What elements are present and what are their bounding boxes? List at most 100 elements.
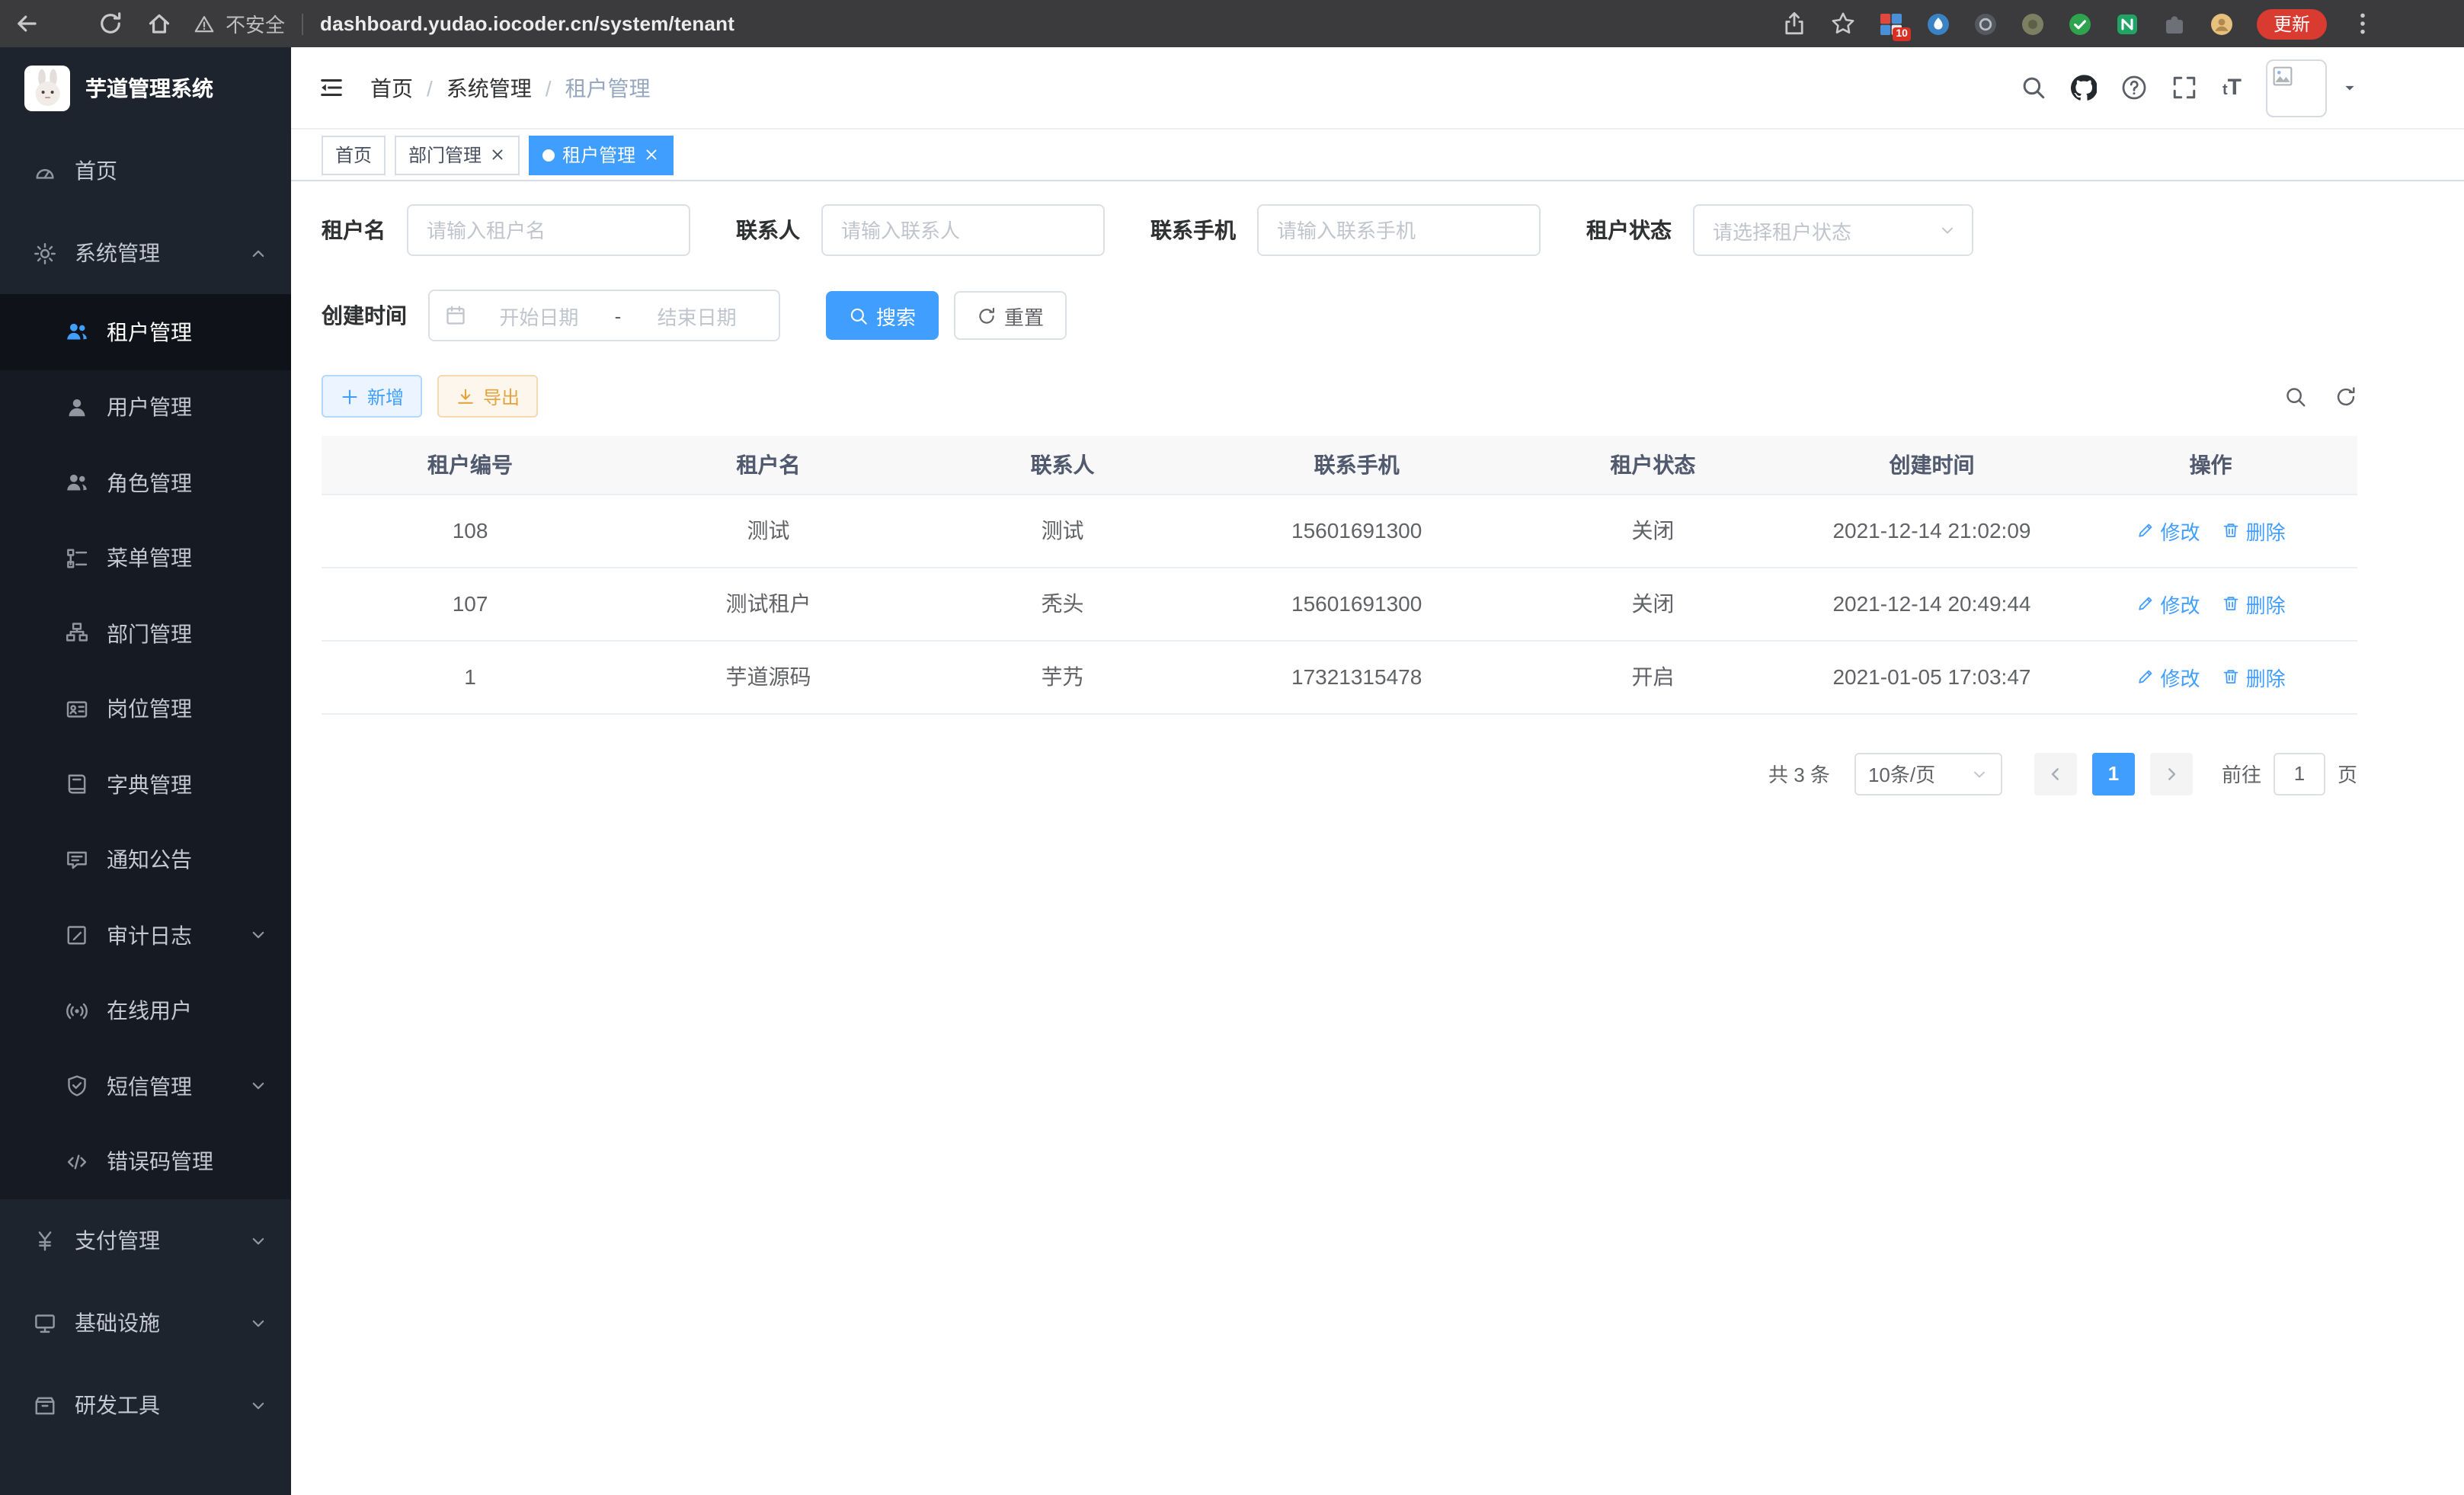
sms-shield-icon: [66, 1075, 88, 1098]
delete-link-label: 删除: [2246, 589, 2286, 618]
app-title: 芋道管理系统: [85, 73, 213, 104]
browser-update-button[interactable]: 更新: [2257, 8, 2327, 39]
sidebar-collapse-icon[interactable]: [318, 75, 344, 101]
date-separator: -: [612, 304, 625, 327]
cell-tenant-id: 108: [322, 494, 619, 567]
extension-icon[interactable]: [2115, 11, 2139, 36]
edit-link[interactable]: 修改: [2136, 516, 2200, 545]
sidebar-item-system[interactable]: 系统管理: [0, 212, 291, 294]
delete-link[interactable]: 删除: [2222, 589, 2286, 618]
github-icon[interactable]: [2072, 75, 2098, 101]
sidebar-item-role[interactable]: 角色管理: [0, 445, 291, 520]
sidebar-item-tenant[interactable]: 租户管理: [0, 294, 291, 370]
profile-avatar-icon[interactable]: [2210, 11, 2234, 36]
sidebar-item-online-users[interactable]: 在线用户: [0, 973, 291, 1048]
status-field: 租户状态 请选择租户状态: [1586, 204, 1973, 256]
contact-input[interactable]: [821, 204, 1105, 256]
breadcrumb-home[interactable]: 首页: [370, 72, 413, 103]
date-end-placeholder[interactable]: 结束日期: [630, 301, 763, 330]
refresh-table-icon[interactable]: [2334, 385, 2357, 408]
font-size-icon[interactable]: tT: [2222, 76, 2242, 99]
tab-label: 部门管理: [408, 142, 482, 168]
sidebar-item-infrastructure[interactable]: 基础设施: [0, 1282, 291, 1364]
search-form-row-2: 创建时间 开始日期 - 结束日期 搜索 重置: [322, 290, 2357, 341]
avatar[interactable]: [2266, 59, 2327, 117]
sidebar-item-payment[interactable]: 支付管理: [0, 1199, 291, 1282]
edit-link[interactable]: 修改: [2136, 589, 2200, 618]
extension-icon[interactable]: [1973, 11, 1998, 36]
column-header: 租户状态: [1506, 436, 1800, 494]
prev-page-button[interactable]: [2034, 752, 2077, 795]
delete-link[interactable]: 删除: [2222, 516, 2286, 545]
page-number-button[interactable]: 1: [2092, 752, 2135, 795]
address-bar[interactable]: 不安全 dashboard.yudao.iocoder.cn/system/te…: [194, 9, 734, 38]
sidebar-item-home[interactable]: 首页: [0, 130, 291, 212]
goto-page-input[interactable]: [2274, 752, 2325, 795]
adblock-extension-icon[interactable]: 10: [1879, 11, 1903, 36]
add-button[interactable]: 新增: [322, 375, 422, 418]
tab-dept[interactable]: 部门管理: [395, 135, 520, 174]
status-label: 租户状态: [1586, 215, 1672, 245]
reload-icon[interactable]: [98, 11, 123, 37]
column-header: 联系手机: [1207, 436, 1506, 494]
sidebar-item-sms[interactable]: 短信管理: [0, 1048, 291, 1124]
delete-link[interactable]: 删除: [2222, 662, 2286, 691]
sidebar-item-user[interactable]: 用户管理: [0, 370, 291, 445]
fullscreen-icon[interactable]: [2172, 75, 2198, 101]
cell-tenant-id: 1: [322, 640, 619, 713]
delete-link-label: 删除: [2246, 662, 2286, 691]
phone-field: 联系手机: [1150, 204, 1541, 256]
sidebar-item-error-code[interactable]: 错误码管理: [0, 1124, 291, 1199]
search-button-label: 搜索: [876, 301, 916, 330]
status-placeholder: 请选择租户状态: [1713, 216, 1851, 245]
back-icon[interactable]: [14, 11, 40, 37]
sidebar-item-dict[interactable]: 字典管理: [0, 747, 291, 822]
sidebar-item-menu[interactable]: 菜单管理: [0, 520, 291, 596]
caret-down-icon[interactable]: [2342, 80, 2357, 95]
extension-icon[interactable]: [2068, 11, 2092, 36]
puzzle-extension-icon[interactable]: [2162, 11, 2187, 36]
close-icon[interactable]: [489, 146, 506, 163]
help-icon[interactable]: [2122, 75, 2148, 101]
extension-icon[interactable]: [1926, 11, 1950, 36]
status-select[interactable]: 请选择租户状态: [1693, 204, 1973, 256]
menu-tree-icon: [66, 547, 88, 570]
broken-image-icon: [2272, 65, 2293, 86]
date-range-picker[interactable]: 开始日期 - 结束日期: [428, 290, 780, 341]
tenant-name-input[interactable]: [407, 204, 690, 256]
cell-created-at: 2021-01-05 17:03:47: [1800, 640, 2064, 713]
tab-tenant[interactable]: 租户管理: [529, 135, 674, 174]
sidebar-item-dept[interactable]: 部门管理: [0, 596, 291, 671]
reset-button[interactable]: 重置: [954, 291, 1067, 340]
dictionary-icon: [66, 773, 88, 796]
user-icon: [66, 396, 88, 419]
export-button[interactable]: 导出: [437, 375, 538, 418]
breadcrumb-system[interactable]: 系统管理: [446, 72, 532, 103]
sidebar-item-devtools[interactable]: 研发工具: [0, 1364, 291, 1446]
edit-link[interactable]: 修改: [2136, 662, 2200, 691]
home-icon[interactable]: [146, 11, 172, 37]
phone-input[interactable]: [1257, 204, 1541, 256]
sidebar-item-post[interactable]: 岗位管理: [0, 671, 291, 747]
toggle-search-icon[interactable]: [2284, 385, 2307, 408]
close-icon[interactable]: [643, 146, 660, 163]
search-icon[interactable]: [2021, 75, 2047, 101]
next-page-button[interactable]: [2150, 752, 2193, 795]
plus-icon: [340, 386, 360, 406]
bookmark-star-icon[interactable]: [1830, 11, 1856, 37]
page-size-select[interactable]: 10条/页: [1854, 752, 2002, 795]
browser-menu-icon[interactable]: [2350, 11, 2376, 37]
sidebar-item-audit-log[interactable]: 审计日志: [0, 898, 291, 973]
cell-tenant-id: 107: [322, 567, 619, 640]
share-icon[interactable]: [1781, 11, 1807, 37]
tenant-page: 租户名 联系人 联系手机 租户状态 请选择租户状态: [291, 181, 2464, 1495]
tab-home[interactable]: 首页: [322, 135, 386, 174]
date-start-placeholder[interactable]: 开始日期: [472, 301, 606, 330]
create-time-label: 创建时间: [322, 300, 407, 331]
sidebar-item-notice[interactable]: 通知公告: [0, 822, 291, 898]
search-button[interactable]: 搜索: [826, 291, 939, 340]
chevron-down-icon: [250, 1314, 267, 1331]
screen: 不安全 dashboard.yudao.iocoder.cn/system/te…: [0, 0, 2464, 1495]
app-logo[interactable]: 芋道管理系统: [0, 47, 291, 130]
extension-icon[interactable]: [2021, 11, 2045, 36]
